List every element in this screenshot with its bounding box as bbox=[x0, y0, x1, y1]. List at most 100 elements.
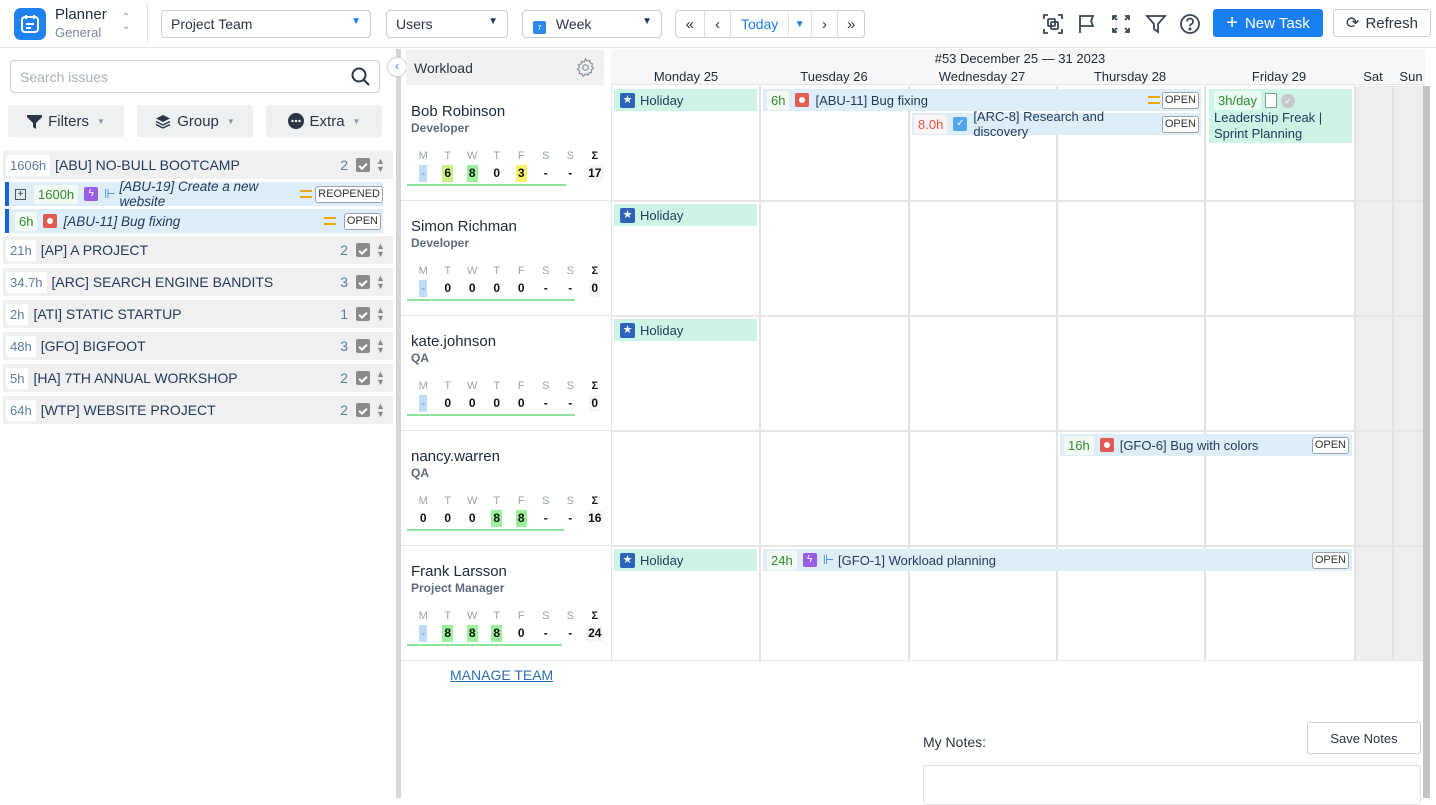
issue-row[interactable]: + 1600h ϟ ⊩ [ABU-19] Create a new websit… bbox=[5, 179, 383, 209]
sort-icon[interactable]: ▲ ▼ bbox=[376, 157, 386, 174]
project-row[interactable]: 21h [AP] A PROJECT 2 ▲ ▼ bbox=[3, 236, 393, 264]
calendar-check-icon[interactable] bbox=[356, 371, 370, 385]
task-event[interactable]: 8.0h ✓ [ARC-8] Research and discovery OP… bbox=[912, 109, 1201, 139]
group-button[interactable]: Group ▼ bbox=[137, 105, 253, 137]
sort-icon[interactable]: ▲ ▼ bbox=[376, 306, 386, 323]
day-hours: - bbox=[568, 281, 573, 295]
member-role: Developer bbox=[411, 121, 470, 135]
day-hours: - bbox=[543, 166, 548, 180]
issue-row[interactable]: 6h [ABU-11] Bug fixing OPEN bbox=[5, 209, 383, 233]
project-count: 1 bbox=[340, 306, 348, 322]
calendar-check-icon[interactable] bbox=[356, 403, 370, 417]
help-icon[interactable] bbox=[1179, 13, 1201, 35]
search-input[interactable]: Search issues bbox=[10, 60, 380, 93]
project-row[interactable]: 2h [ATI] STATIC STARTUP 1 ▲ ▼ bbox=[3, 300, 393, 328]
search-icon[interactable] bbox=[351, 67, 370, 89]
day-column[interactable] bbox=[1204, 86, 1354, 661]
task-event[interactable]: 16h [GFO-6] Bug with colors OPEN bbox=[1060, 434, 1352, 456]
day-column[interactable] bbox=[611, 86, 760, 661]
search-placeholder: Search issues bbox=[20, 69, 108, 85]
holiday-event[interactable]: ★ Holiday bbox=[614, 89, 757, 111]
meeting-title-line2: Sprint Planning bbox=[1214, 126, 1303, 141]
project-name: [ATI] STATIC STARTUP bbox=[33, 306, 182, 322]
expand-icon[interactable]: + bbox=[15, 188, 26, 200]
notes-textarea[interactable] bbox=[923, 765, 1421, 805]
team-member: Frank Larsson Project Manager M- T8 W8 T… bbox=[401, 546, 611, 661]
calendar-check-icon[interactable] bbox=[356, 339, 370, 353]
member-name[interactable]: Simon Richman bbox=[411, 218, 517, 235]
project-row[interactable]: 5h [HA] 7TH ANNUAL WORKSHOP 2 ▲ ▼ bbox=[3, 364, 393, 392]
member-name[interactable]: Frank Larsson bbox=[411, 563, 507, 580]
sort-icon[interactable]: ▲ ▼ bbox=[376, 242, 386, 259]
sort-icon[interactable]: ▲ ▼ bbox=[376, 338, 386, 355]
team-select[interactable]: Project Team ▼ bbox=[161, 10, 371, 38]
subtasks-icon: ⊩ bbox=[104, 186, 116, 201]
total-hours: 16 bbox=[586, 510, 604, 527]
status-badge: OPEN bbox=[343, 212, 381, 230]
calendar-check-icon[interactable] bbox=[356, 275, 370, 289]
project-row[interactable]: 48h [GFO] BIGFOOT 3 ▲ ▼ bbox=[3, 332, 393, 360]
holiday-event[interactable]: ★ Holiday bbox=[614, 204, 757, 226]
filters-button[interactable]: Filters ▼ bbox=[8, 105, 124, 137]
next-button[interactable]: › bbox=[812, 11, 839, 37]
project-row[interactable]: 1606h [ABU] NO-BULL BOOTCAMP 2 ▲ ▼ bbox=[3, 151, 393, 179]
last-page-button[interactable]: » bbox=[838, 11, 864, 37]
calendar-check-icon[interactable] bbox=[356, 243, 370, 257]
today-menu-button[interactable]: ▼ bbox=[789, 11, 812, 37]
extra-button[interactable]: Extra ▼ bbox=[266, 105, 382, 137]
app-switcher-icon[interactable]: ⌃ ⌄ bbox=[118, 13, 134, 35]
first-page-button[interactable]: « bbox=[676, 11, 705, 37]
refresh-label: Refresh bbox=[1365, 14, 1418, 32]
calendar-check-icon[interactable] bbox=[356, 307, 370, 321]
project-row[interactable]: 34.7h [ARC] SEARCH ENGINE BANDITS 3 ▲ ▼ bbox=[3, 268, 393, 296]
chevron-down-icon: ▼ bbox=[351, 16, 361, 27]
holiday-event[interactable]: ★ Holiday bbox=[614, 549, 757, 571]
refresh-button[interactable]: ⟳ Refresh bbox=[1333, 9, 1431, 37]
previous-button[interactable]: ‹ bbox=[705, 11, 732, 37]
users-select[interactable]: Users ▼ bbox=[386, 10, 508, 38]
manage-team-link[interactable]: MANAGE TEAM bbox=[450, 667, 553, 683]
fullscreen-icon[interactable] bbox=[1110, 13, 1132, 35]
weekend-column[interactable] bbox=[1354, 86, 1392, 661]
task-event[interactable]: 6h [ABU-11] Bug fixing OPEN bbox=[763, 89, 1201, 111]
today-button[interactable]: Today bbox=[731, 11, 789, 37]
day-hours: 0 bbox=[444, 511, 452, 525]
day-header: Wednesday 27 bbox=[938, 69, 1026, 84]
flag-icon[interactable] bbox=[1076, 13, 1098, 35]
day-column[interactable] bbox=[908, 86, 1057, 661]
meeting-event[interactable]: 3h/day ✓ Leadership Freak | Sprint Plann… bbox=[1209, 89, 1352, 143]
project-name: [AP] A PROJECT bbox=[40, 242, 149, 258]
calendar-grid bbox=[611, 86, 1430, 661]
view-select[interactable]: 7 Week ▼ bbox=[522, 10, 662, 38]
sort-icon[interactable]: ▲ ▼ bbox=[376, 402, 386, 419]
project-count: 2 bbox=[340, 242, 348, 258]
gear-icon[interactable] bbox=[575, 57, 596, 81]
sort-icon[interactable]: ▲ ▼ bbox=[376, 274, 386, 291]
collapse-panel-button[interactable]: ‹ bbox=[387, 57, 407, 77]
top-bar: Planner General ⌃ ⌄ Project Team ▼ Users … bbox=[0, 0, 1436, 48]
save-notes-button[interactable]: Save Notes bbox=[1307, 722, 1421, 754]
day-column[interactable] bbox=[759, 86, 908, 661]
focus-icon[interactable] bbox=[1042, 13, 1064, 35]
day-hours: 8 bbox=[442, 625, 454, 642]
holiday-event[interactable]: ★ Holiday bbox=[614, 319, 757, 341]
project-count: 3 bbox=[340, 338, 348, 354]
day-column[interactable] bbox=[1056, 86, 1205, 661]
new-task-button[interactable]: + New Task bbox=[1213, 9, 1323, 37]
task-event[interactable]: 24h ϟ ⊩ [GFO-1] Workload planning OPEN bbox=[763, 549, 1352, 571]
vertical-scrollbar[interactable] bbox=[1423, 86, 1430, 798]
day-hours: - bbox=[419, 395, 428, 412]
day-hours: 0 bbox=[493, 281, 501, 295]
sort-icon[interactable]: ▲ ▼ bbox=[376, 370, 386, 387]
filter-icon[interactable] bbox=[1145, 13, 1167, 35]
subtasks-icon: ⊩ bbox=[822, 552, 835, 567]
row-divider bbox=[611, 315, 1427, 317]
member-name[interactable]: nancy.warren bbox=[411, 448, 500, 465]
member-name[interactable]: Bob Robinson bbox=[411, 103, 505, 120]
project-row[interactable]: 64h [WTP] WEBSITE PROJECT 2 ▲ ▼ bbox=[3, 396, 393, 424]
team-member: Simon Richman Developer M- T0 W0 T0 F0 S… bbox=[401, 201, 611, 316]
calendar-check-icon[interactable] bbox=[356, 158, 370, 172]
day-header: Monday 25 bbox=[653, 69, 719, 84]
member-name[interactable]: kate.johnson bbox=[411, 333, 496, 350]
day-hours: 0 bbox=[468, 281, 476, 295]
